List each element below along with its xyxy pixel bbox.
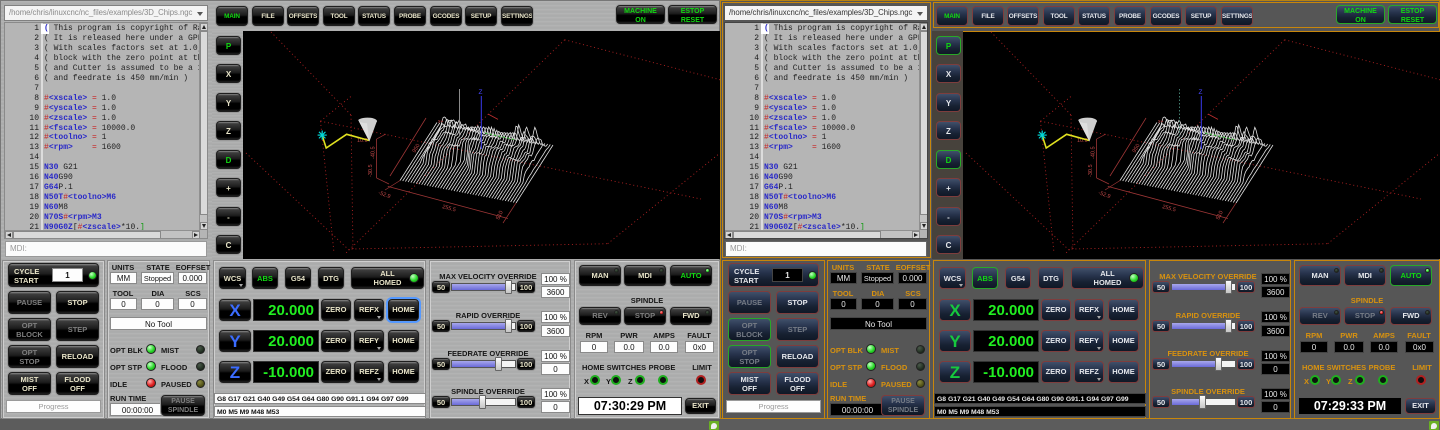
svg-text:950: 950 <box>412 143 422 154</box>
svg-text:-52.9: -52.9 <box>377 190 391 200</box>
svg-text:-30.5: -30.5 <box>1088 164 1094 177</box>
svg-text:x+: x+ <box>1158 119 1164 125</box>
svg-text:510: 510 <box>1215 210 1224 221</box>
svg-text:510: 510 <box>495 210 504 221</box>
svg-text:950: 950 <box>1132 143 1142 154</box>
svg-text:Z: Z <box>479 89 483 96</box>
svg-text:-30.5: -30.5 <box>368 164 374 177</box>
svg-text:x+: x+ <box>438 119 444 125</box>
svg-text:255.5: 255.5 <box>1161 204 1176 213</box>
svg-text:-52.9: -52.9 <box>1097 190 1111 200</box>
svg-text:-40.5: -40.5 <box>371 146 377 159</box>
svg-text:-40.5: -40.5 <box>1091 146 1097 159</box>
svg-text:255.5: 255.5 <box>441 204 456 213</box>
svg-text:Z: Z <box>1199 89 1203 96</box>
